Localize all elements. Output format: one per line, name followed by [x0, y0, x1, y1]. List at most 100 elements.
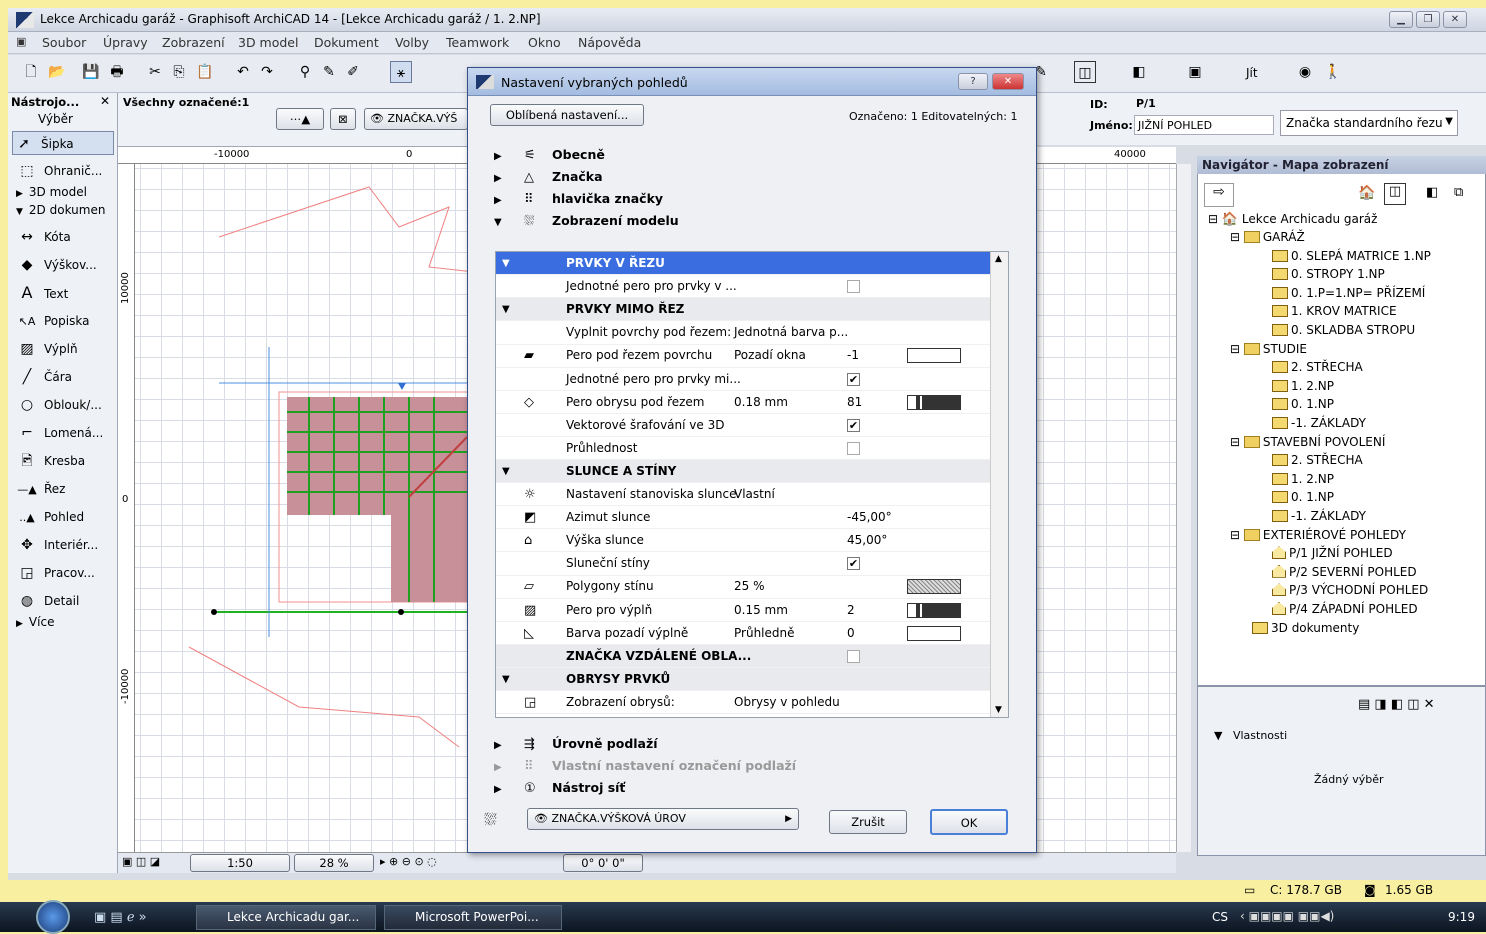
taskbar-archicad[interactable]: Lekce Archicadu gar... — [196, 905, 376, 930]
section-urovne[interactable]: ▶ ⇶ Úrovně podlaží — [494, 734, 1022, 754]
menu-teamwork[interactable]: Teamwork — [446, 35, 509, 50]
setting-value[interactable]: 0.15 mm — [734, 599, 788, 622]
section-znacka[interactable]: ▶ △ Značka — [494, 167, 1022, 187]
tree-item[interactable]: 0. 1.NP — [1272, 488, 1334, 506]
view-icon[interactable]: ◫ — [1074, 61, 1096, 83]
ok-button[interactable]: OK — [930, 809, 1008, 835]
teamwork-icon[interactable]: ◉ — [1294, 61, 1316, 83]
setting-row[interactable]: Sluneční stíny ✔ — [496, 552, 990, 576]
menu-soubor[interactable]: Soubor — [42, 35, 86, 50]
nav-action-icons[interactable]: ▤ ◨ ◧ ◫ ✕ — [1358, 697, 1480, 721]
angle-field[interactable]: 0° 0' 0" — [563, 854, 643, 872]
setting-value[interactable]: Vlastní — [734, 483, 775, 506]
setting-checkbox[interactable] — [847, 649, 860, 663]
toolbox-close-icon[interactable]: ✕ — [100, 94, 110, 108]
tree-item[interactable]: -1. ZÁKLADY — [1272, 507, 1366, 525]
setting-checkbox[interactable] — [847, 280, 860, 294]
collapse-icon[interactable]: ▼ — [502, 668, 510, 691]
inject-icon[interactable]: ✐ — [342, 61, 364, 83]
setting-number[interactable]: 81 — [847, 391, 862, 414]
walk-icon[interactable]: 🚶 — [1322, 61, 1344, 83]
quicklaunch-icons[interactable]: ▣ ▤ ℯ » — [94, 910, 147, 925]
tree-item[interactable]: 1. 2.NP — [1272, 470, 1334, 488]
canvas-vscrollbar[interactable] — [1176, 164, 1191, 852]
setting-row[interactable]: ▼ SLUNCE A STÍNY — [496, 459, 990, 484]
tool-oblouk[interactable]: ○ Oblouk/... — [16, 393, 118, 417]
cancel-button[interactable]: Zrušit — [829, 810, 907, 834]
start-button[interactable] — [36, 900, 70, 934]
tool-vyskov[interactable]: ◆ Výškov... — [16, 253, 118, 277]
setting-row[interactable]: ▼ PRVKY V ŘEZU — [496, 252, 990, 276]
tree-item[interactable]: P/1 JIŽNÍ POHLED — [1272, 544, 1393, 562]
setting-checkbox[interactable]: ✔ — [847, 557, 860, 571]
tree-group[interactable]: ⊟ STUDIE — [1230, 340, 1307, 358]
tool-kresba[interactable]: 🖻 Kresba — [16, 449, 118, 473]
tree-item[interactable]: 1. 2.NP — [1272, 377, 1334, 395]
menu-dokument[interactable]: Dokument — [314, 35, 379, 50]
tree-item[interactable]: -1. ZÁKLADY — [1272, 414, 1366, 432]
geometry-button[interactable]: ⋯▲ — [276, 108, 324, 130]
tree-item[interactable]: P/3 VÝCHODNÍ POHLED — [1272, 581, 1428, 599]
doc-icon[interactable]: ▣ — [16, 35, 26, 48]
tool-lomena[interactable]: ⌐ Lomená... — [16, 421, 118, 445]
setting-value[interactable]: 0.18 mm — [734, 391, 788, 414]
cut-icon[interactable]: ✂ — [144, 61, 166, 83]
dialog-close-button[interactable]: ✕ — [992, 73, 1024, 90]
tree-item[interactable]: 0. 1.P=1.NP= PŘÍZEMÍ — [1272, 284, 1425, 302]
go-button[interactable]: Jít — [1246, 66, 1258, 80]
setting-row[interactable]: ◩ Azimut slunce -45,00° — [496, 506, 990, 530]
section-hlavicka[interactable]: ▶ ⠿ hlavička značky — [494, 189, 1022, 209]
view-map-icon[interactable]: ◫ — [1384, 183, 1406, 205]
setting-number[interactable]: -45,00° — [847, 506, 892, 529]
mirror-button[interactable]: ⊠ — [330, 108, 356, 130]
tool-2ddokumen[interactable]: ▼ 2D dokumen — [16, 201, 118, 219]
section-zobrazeni-modelu[interactable]: ▼ ⛆ Zobrazení modelu — [494, 211, 1022, 231]
setting-number[interactable]: 0 — [847, 622, 855, 645]
tool-detail[interactable]: ◍ Detail — [16, 589, 118, 613]
marker-type-select[interactable]: Značka standardního řezu ▼ — [1280, 110, 1458, 136]
language-indicator[interactable]: CS — [1212, 910, 1228, 924]
section-vlastni[interactable]: ▶ ⠿ Vlastní nastavení označení podlaží — [494, 756, 1022, 776]
print-icon[interactable]: 🖶 — [106, 61, 128, 83]
tree-item[interactable]: 2. STŘECHA — [1272, 358, 1363, 376]
magic-wand-icon[interactable]: ⚹ — [390, 61, 412, 83]
nav-mode-button[interactable]: ⇨ — [1204, 183, 1234, 207]
close-button[interactable]: ✕ — [1443, 11, 1467, 28]
tool-3dmodel[interactable]: ▶ 3D model — [16, 183, 118, 201]
setting-checkbox[interactable]: ✔ — [847, 418, 860, 432]
zoom-tools[interactable]: ▸ ⊕ ⊖ ⊙ ◌ — [380, 855, 437, 868]
setting-value[interactable]: Průhledně — [734, 622, 795, 645]
setting-number[interactable]: 2 — [847, 599, 855, 622]
tree-project[interactable]: ⊟ 🏠 Lekce Archicadu garáž — [1208, 210, 1377, 228]
tool-vice[interactable]: ▶ Více — [16, 613, 118, 631]
clock[interactable]: 9:19 — [1448, 910, 1475, 924]
find-icon[interactable]: ⚲ — [294, 61, 316, 83]
setting-row[interactable]: Vyplnit povrchy pod řezem: Jednotná barva… — [496, 321, 990, 345]
minimize-button[interactable]: ▁ — [1389, 11, 1413, 28]
pen-swatch[interactable] — [907, 394, 961, 410]
publisher-icon[interactable]: ⧉ — [1454, 185, 1463, 200]
setting-row[interactable]: Vektorové šrafování ve 3D ✔ — [496, 414, 990, 437]
setting-value[interactable]: 25 % — [734, 575, 765, 598]
setting-value[interactable]: Obrysy v pohledu — [734, 691, 840, 714]
tree-group[interactable]: ⊟ GARÁŽ — [1230, 228, 1305, 246]
redo-icon[interactable]: ↷ — [256, 61, 278, 83]
tray-icons[interactable]: ‹ ▣▣▣▣ ▣▣◀) — [1240, 909, 1334, 923]
setting-row[interactable]: Průhlednost — [496, 437, 990, 461]
paste-icon[interactable]: 📋 — [194, 61, 216, 83]
tree-3d-docs[interactable]: 3D dokumenty — [1252, 619, 1359, 637]
tree-group[interactable]: ⊟ STAVEBNÍ POVOLENÍ — [1230, 433, 1385, 451]
taskbar-powerpoint[interactable]: Microsoft PowerPoi... — [384, 905, 562, 930]
setting-checkbox[interactable] — [847, 441, 860, 455]
setting-row[interactable]: ▱ Polygony stínu 25 % — [496, 575, 990, 599]
menu-zobrazeni[interactable]: Zobrazení — [162, 35, 225, 50]
pick-icon[interactable]: ✎ — [318, 61, 340, 83]
publish-icon[interactable]: ▣ — [1184, 61, 1206, 83]
copy-icon[interactable]: ⎘ — [168, 61, 190, 83]
setting-row[interactable]: ◺ Barva pozadí výplně Průhledně 0 — [496, 622, 990, 645]
tool-interier[interactable]: ✥ Interiér... — [16, 533, 118, 557]
properties-toggle[interactable]: ▼ Vlastnosti — [1214, 729, 1287, 742]
pen-swatch[interactable] — [907, 625, 961, 641]
setting-checkbox[interactable]: ✔ — [847, 372, 860, 386]
tool-cara[interactable]: ╱ Čára — [16, 365, 118, 389]
